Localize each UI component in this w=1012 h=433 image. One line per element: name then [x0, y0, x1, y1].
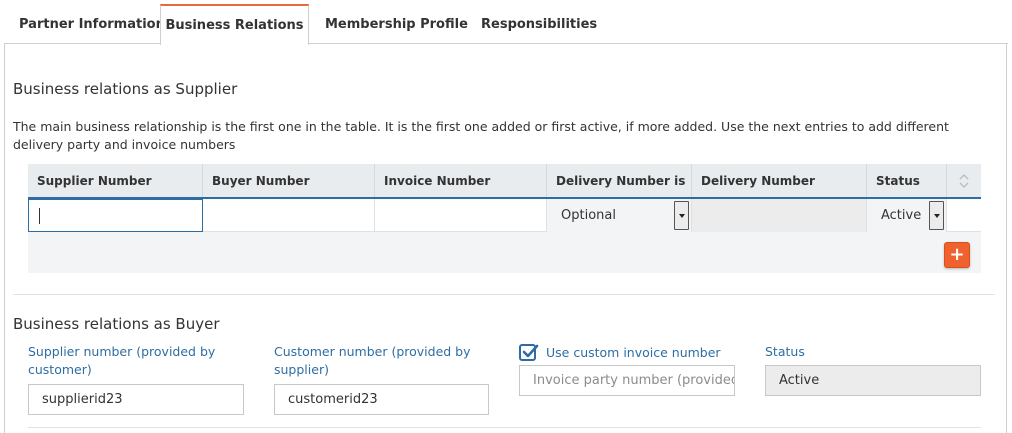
panel-border-left	[4, 43, 5, 433]
chevron-down-icon[interactable]	[929, 201, 944, 230]
customer-number-field[interactable]: customerid23	[274, 384, 489, 415]
column-header-delivery-number[interactable]: Delivery Number	[692, 164, 867, 197]
tab-responsibilities[interactable]: Responsibilities	[481, 4, 597, 44]
buyer-section-title: Business relations as Buyer	[13, 315, 220, 333]
section-divider	[13, 294, 995, 295]
status-select[interactable]: Active	[867, 199, 947, 232]
buyer-status-field: Active	[765, 365, 981, 396]
tab-divider-right	[308, 43, 1008, 44]
supplier-number-label: Supplier number (provided by customer)	[28, 344, 216, 377]
custom-invoice-checkbox[interactable]	[519, 344, 539, 361]
invoice-number-input[interactable]	[375, 199, 547, 232]
checkmark-icon	[522, 344, 539, 358]
tab-divider-left	[4, 43, 160, 44]
customer-number-label: Customer number (provided by supplier)	[274, 344, 471, 377]
supplier-number-input[interactable]	[28, 199, 203, 232]
panel-border-right	[1006, 43, 1007, 433]
supplier-table-footer	[28, 232, 981, 273]
delivery-number-is-value: Optional	[561, 208, 616, 223]
supplier-section-title: Business relations as Supplier	[13, 80, 238, 98]
column-header-delivery-number-is[interactable]: Delivery Number is	[547, 164, 692, 197]
sort-icon[interactable]	[947, 164, 981, 197]
column-header-status[interactable]: Status	[867, 164, 947, 197]
chevron-down-icon[interactable]	[674, 201, 689, 230]
delivery-number-input	[692, 199, 867, 232]
add-row-button[interactable]: +	[944, 242, 970, 268]
bottom-divider	[28, 427, 981, 428]
column-header-invoice-number[interactable]: Invoice Number	[375, 164, 547, 197]
tab-bar: Partner Information Business Relations M…	[0, 0, 1012, 45]
text-cursor	[39, 208, 40, 224]
delivery-number-is-select[interactable]: Optional	[547, 199, 692, 232]
supplier-section-description: The main business relationship is the fi…	[13, 119, 949, 152]
supplier-table-header: Supplier Number Buyer Number Invoice Num…	[28, 164, 981, 199]
supplier-number-field[interactable]: supplierid23	[28, 384, 244, 415]
tab-partner-information[interactable]: Partner Information	[19, 4, 165, 44]
tab-business-relations[interactable]: Business Relations	[160, 4, 309, 45]
supplier-table-row: Optional Active	[28, 199, 981, 232]
invoice-party-number-input[interactable]: Invoice party number (provided	[519, 365, 735, 396]
status-label: Status	[765, 344, 805, 359]
column-header-supplier-number[interactable]: Supplier Number	[28, 164, 203, 197]
status-select-value: Active	[881, 208, 922, 223]
custom-invoice-label[interactable]: Use custom invoice number	[546, 344, 721, 362]
tab-membership-profile[interactable]: Membership Profile	[325, 4, 468, 44]
column-header-buyer-number[interactable]: Buyer Number	[203, 164, 375, 197]
buyer-number-input[interactable]	[203, 199, 375, 232]
